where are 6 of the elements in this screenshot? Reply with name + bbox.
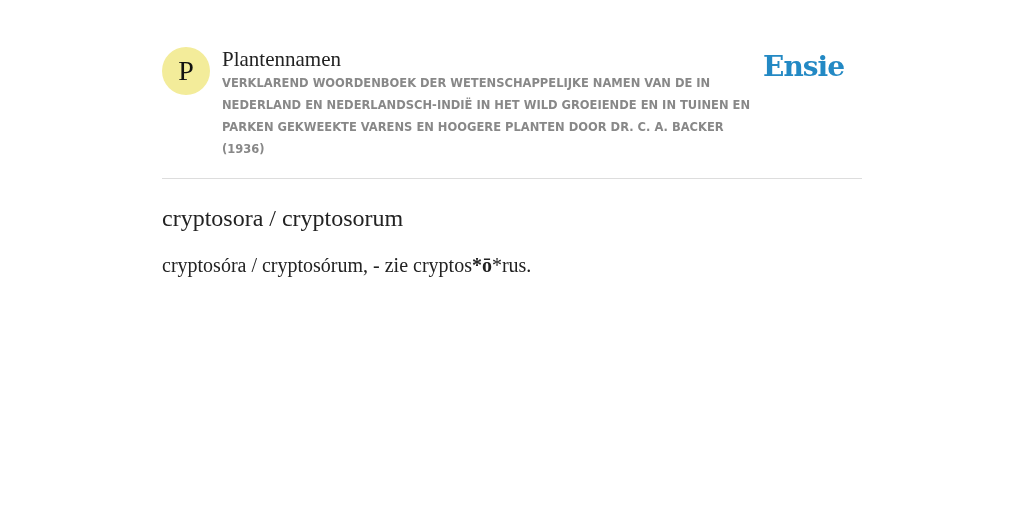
entry-heading: cryptosora / cryptosorum [162,205,405,232]
brand-link[interactable]: Ensie [763,50,844,83]
site-subtitle: VERKLAREND WOORDENBOEK DER WETENSCHAPPELIJKE NAMEN VAN DE IN NEDERLAND EN NEDERLANDSCH-INDIË IN HET WILD GROEIENDE EN IN TUINEN EN PARKEN GEKWEEKTE VARENS EN HOOGERE PLANTEN DOOR DR. C. A. BACKER (1936) [222,75,752,158]
logo-badge: P [162,47,210,95]
entry-definition: cryptosóra / cryptosórum, - zie cryptos*ō*rus. [162,254,533,277]
site-title: Plantennamen [222,46,342,72]
